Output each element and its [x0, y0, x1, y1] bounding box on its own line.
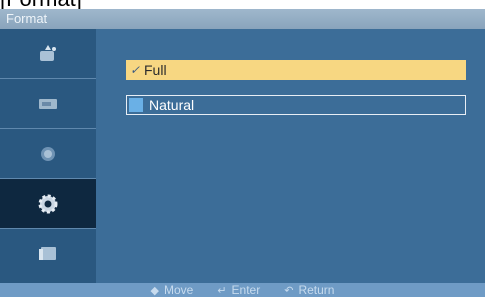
menu-title: Format — [0, 9, 485, 29]
gear-icon — [38, 194, 58, 213]
sidebar-item-input[interactable] — [0, 229, 96, 279]
sidebar-item-picture[interactable] — [0, 29, 96, 79]
hint-return-label: Return — [298, 283, 335, 297]
sound-icon — [39, 98, 57, 109]
hint-enter: ↵ Enter — [217, 283, 260, 297]
option-natural[interactable]: Natural — [126, 95, 466, 115]
footer-hints: ◆ Move ↵ Enter ↶ Return — [0, 283, 485, 297]
osd-menu: Format ✓ Full Natural ◆ Move ↵ Enter ↶ R… — [0, 9, 485, 297]
option-label: Full — [144, 62, 167, 78]
hint-move: ◆ Move — [151, 283, 194, 297]
check-icon: ✓ — [129, 63, 141, 77]
option-label: Natural — [149, 97, 195, 113]
input-icon — [39, 247, 56, 260]
return-icon: ↶ — [284, 284, 294, 297]
setup-icon — [41, 146, 55, 161]
menu-content: ✓ Full Natural — [96, 29, 485, 283]
hint-return: ↶ Return — [284, 283, 334, 297]
enter-icon: ↵ — [217, 284, 227, 297]
sidebar-item-sound[interactable] — [0, 79, 96, 129]
picture-icon — [40, 44, 56, 61]
option-full[interactable]: ✓ Full — [126, 60, 466, 80]
hint-move-label: Move — [163, 283, 194, 297]
sidebar-item-setup[interactable] — [0, 129, 96, 179]
move-icon: ◆ — [150, 284, 159, 297]
hint-enter-label: Enter — [231, 283, 261, 297]
selection-marker-icon — [129, 98, 143, 112]
sidebar-item-settings[interactable] — [0, 179, 96, 229]
sidebar — [0, 29, 96, 283]
